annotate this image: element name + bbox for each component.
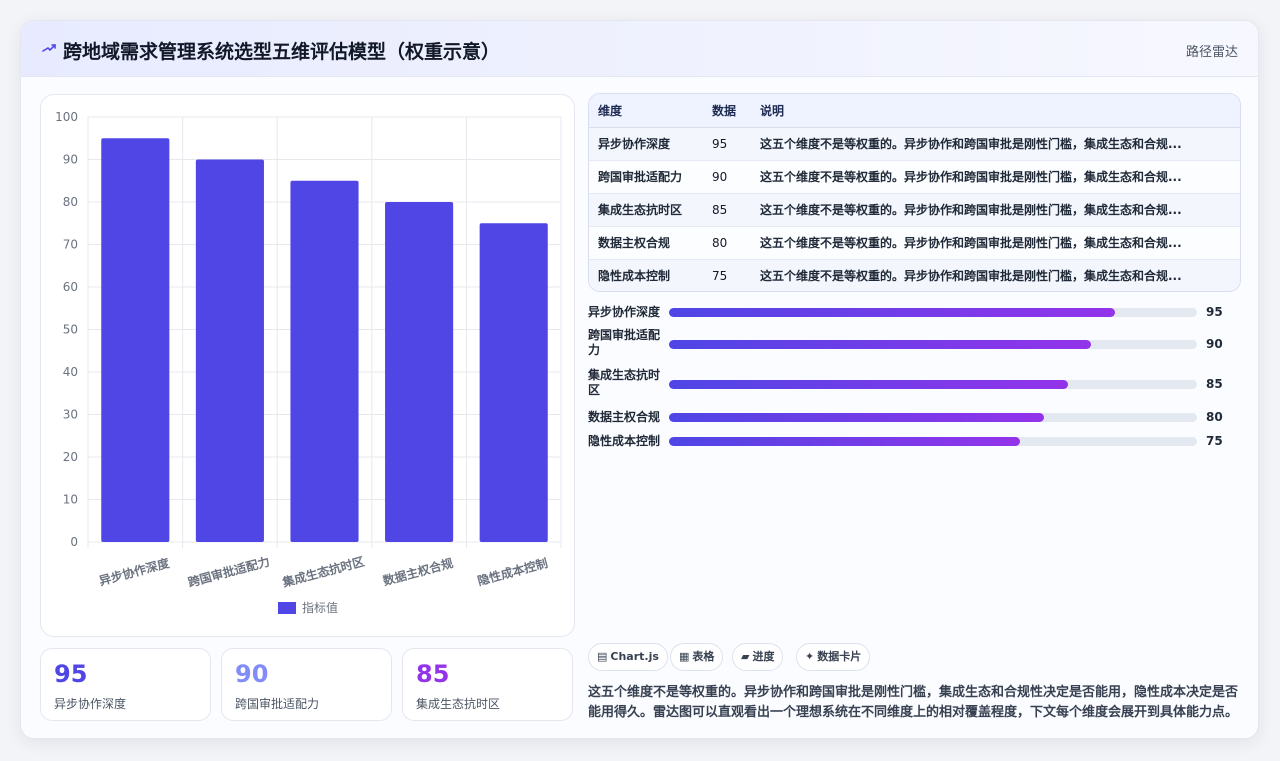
progress-track (669, 437, 1197, 446)
table-header-row: 维度 数据 说明 (589, 94, 1240, 128)
page-title: 跨地域需求管理系统选型五维评估模型（权重示意） (63, 41, 501, 63)
y-tick-label: 70 (63, 238, 78, 252)
chip-progress[interactable]: ▰ 进度 (732, 643, 784, 671)
header-badge: 路径雷达 (1185, 45, 1238, 60)
x-tick-label: 数据主权合规 (381, 555, 454, 588)
progress-label: 跨国审批适配力 (588, 328, 661, 357)
route-icon (42, 44, 56, 52)
progress-track (669, 340, 1197, 349)
chip-data-card[interactable]: ✦ 数据卡片 (796, 643, 871, 671)
table-cell-value: 75 (712, 268, 728, 283)
progress-label: 异步协作深度 (588, 305, 661, 319)
table-row: 异步协作深度 95 这五个维度不是等权重的。异步协作和跨国审批是刚性门槛，集成生… (589, 127, 1240, 161)
x-tick-label: 隐性成本控制 (476, 555, 549, 588)
bar (290, 180, 359, 542)
table-cell-value: 90 (703, 160, 751, 194)
chip-table[interactable]: ▦ 表格 (670, 643, 724, 671)
y-tick-label: 90 (63, 153, 78, 167)
stat-value: 90 (235, 660, 269, 688)
legend-label: 指标值 (302, 600, 338, 615)
x-tick-label: 异步协作深度 (97, 555, 171, 588)
card-icon: ✦ (805, 650, 815, 663)
progress-value: 90 (1206, 337, 1223, 351)
stat-label: 集成生态抗时区 (416, 697, 501, 711)
y-tick-label: 80 (63, 195, 78, 209)
table-cell-name: 异步协作深度 (589, 127, 703, 161)
bar-chart: 0 10 20 30 40 50 60 70 80 90 100 异步协作深度 跨国审批适配力 集成生态抗… (55, 110, 562, 615)
main-card: 跨地域需求管理系统选型五维评估模型（权重示意） 路径雷达 0 10 20 30 40 50… (20, 20, 1259, 739)
table-header-description: 说明 (751, 94, 1240, 128)
chart-icon: ▤ (597, 650, 608, 663)
table-row: 集成生态抗时区 85 这五个维度不是等权重的。异步协作和跨国审批是刚性门槛，集成… (589, 193, 1240, 227)
stat-card-2: 90 跨国审批适配力 (221, 648, 392, 721)
x-tick-label: 集成生态抗时区 (280, 554, 366, 590)
bar-chart-panel: 0 10 20 30 40 50 60 70 80 90 100 异步协作深度 跨国审批适配力 集成生态抗… (40, 94, 575, 637)
legend-swatch (278, 602, 296, 614)
description-text: 这五个维度不是等权重的。异步协作和跨国审批是刚性门槛，集成生态和合规性决定是否能… (588, 685, 1239, 720)
progress-label: 隐性成本控制 (588, 434, 661, 448)
stat-label: 跨国审批适配力 (235, 697, 320, 711)
table-header-dimension: 维度 (589, 94, 703, 128)
x-tick-label: 跨国审批适配力 (186, 554, 271, 590)
table-row: 隐性成本控制 75 这五个维度不是等权重的。异步协作和跨国审批是刚性门槛，集成生… (589, 259, 1240, 291)
table-row: 跨国审批适配力 90 这五个维度不是等权重的。异步协作和跨国审批是刚性门槛，集成… (589, 160, 1240, 194)
progress-fill (669, 413, 1044, 422)
chip-label: 进度 (752, 650, 775, 663)
table-cell-name: 隐性成本控制 (598, 269, 671, 284)
progress-fill (669, 380, 1068, 389)
progress-fill (669, 308, 1116, 317)
stat-card-1: 95 异步协作深度 (40, 648, 211, 721)
y-tick-label: 30 (63, 408, 78, 422)
bar (101, 138, 170, 542)
table-cell-desc: 这五个维度不是等权重的。异步协作和跨国审批是刚性门槛，集成生态和合规... (751, 193, 1240, 227)
progress-value: 95 (1206, 305, 1223, 319)
bar (385, 202, 454, 542)
table-cell-desc: 这五个维度不是等权重的。异步协作和跨国审批是刚性门槛，集成生态和合规... (751, 127, 1240, 161)
table-cell-desc: 这五个维度不是等权重的。异步协作和跨国审批是刚性门槛，集成生态和合规... (751, 226, 1240, 260)
stat-value: 95 (54, 660, 88, 688)
table-cell-value: 80 (703, 226, 751, 260)
progress-track (669, 380, 1197, 389)
stat-value: 85 (416, 660, 450, 688)
progress-value: 85 (1206, 377, 1223, 391)
bar (195, 159, 264, 542)
progress-fill (669, 437, 1021, 446)
progress-track (669, 413, 1197, 422)
stat-card-3: 85 集成生态抗时区 (402, 648, 573, 721)
stat-label: 异步协作深度 (54, 697, 127, 711)
table-icon: ▦ (679, 650, 690, 663)
progress-fill (669, 340, 1092, 349)
chip-chartjs[interactable]: ▤ Chart.js (588, 643, 668, 671)
progress-value: 80 (1206, 410, 1223, 424)
table-cell-desc: 这五个维度不是等权重的。异步协作和跨国审批是刚性门槛，集成生态和合规... (751, 160, 1240, 194)
progress-track (669, 308, 1197, 317)
progress-value: 75 (1206, 434, 1223, 448)
table-row: 数据主权合规 80 这五个维度不是等权重的。异步协作和跨国审批是刚性门槛，集成生… (589, 226, 1240, 260)
y-tick-label: 100 (55, 110, 78, 124)
table-cell-value: 85 (703, 193, 751, 227)
chip-label: 表格 (692, 650, 715, 663)
y-tick-label: 40 (63, 365, 78, 379)
data-table: 维度 数据 说明 异步协作深度 95 这五个维度不是等权重的。异步协作和跨国审批… (588, 93, 1241, 292)
progress-icon: ▰ (741, 650, 750, 663)
y-tick-label: 10 (63, 493, 78, 507)
y-tick-label: 0 (70, 535, 78, 549)
table-cell-name: 跨国审批适配力 (589, 160, 703, 194)
chip-label: Chart.js (610, 650, 659, 663)
y-tick-label: 60 (63, 280, 78, 294)
progress-label: 集成生态抗时区 (588, 368, 661, 397)
table-header-value: 数据 (703, 94, 751, 128)
bar (479, 223, 548, 542)
table-cell-name: 数据主权合规 (589, 226, 703, 260)
table-cell-value: 95 (703, 127, 751, 161)
table-cell-name: 集成生态抗时区 (589, 193, 703, 227)
table-cell-desc: 这五个维度不是等权重的。异步协作和跨国审批是刚性门槛，集成生态和合规... (760, 269, 1182, 284)
header: 跨地域需求管理系统选型五维评估模型（权重示意） 路径雷达 (21, 21, 1258, 77)
progress-label: 数据主权合规 (588, 410, 661, 424)
chip-label: 数据卡片 (817, 650, 862, 663)
y-tick-label: 20 (63, 450, 78, 464)
y-tick-label: 50 (63, 323, 78, 337)
